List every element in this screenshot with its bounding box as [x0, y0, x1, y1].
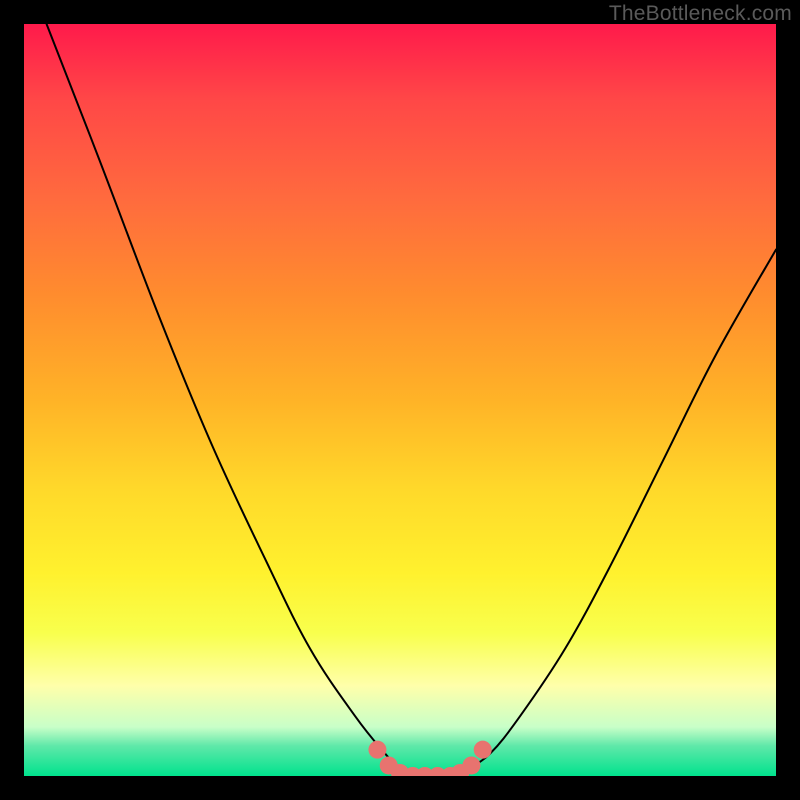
dot [462, 756, 480, 774]
watermark-text: TheBottleneck.com [609, 2, 792, 26]
dot [368, 741, 386, 759]
dot [474, 741, 492, 759]
chart-svg [24, 24, 776, 776]
right-curve-path [438, 250, 776, 776]
bottom-dots-group [368, 741, 491, 776]
chart-plot-area [24, 24, 776, 776]
left-curve-path [47, 24, 438, 776]
